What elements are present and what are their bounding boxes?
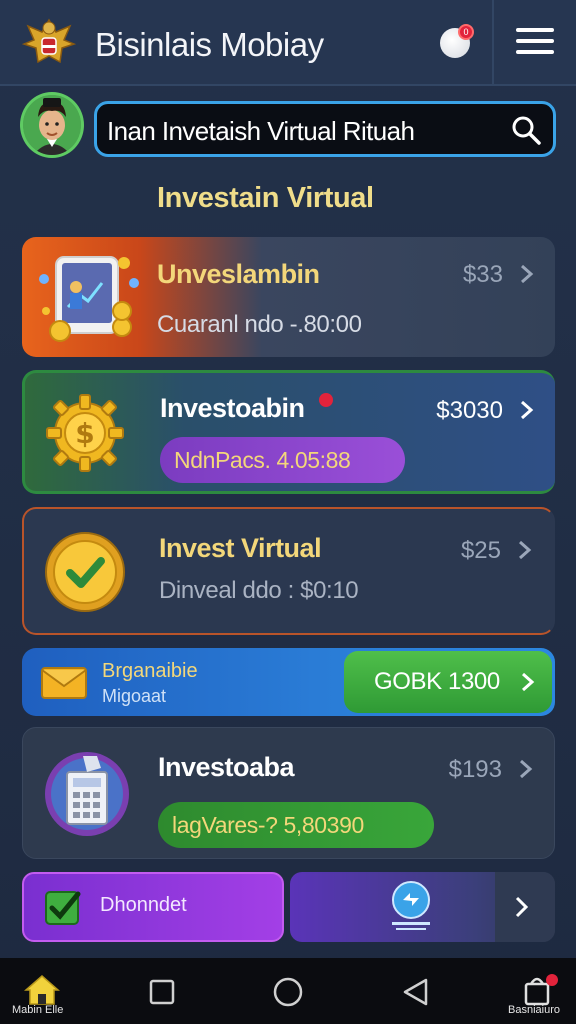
search-input[interactable]: Inan Invetaish Virtual Rituah [94,101,556,157]
nav-left-label: Mabin Elle [12,1004,64,1016]
bottom-left-label: Dhonndet [100,894,187,916]
card-price: $25 [460,537,501,564]
chevron-right-icon [520,759,533,779]
envelope-icon [41,667,87,699]
circle-icon[interactable] [272,972,312,1012]
dollar-gear-coin-icon: $ [46,394,124,472]
promo-banner[interactable]: Brganaibie Migoaat GOBK 1300 [22,648,555,716]
search-input-value: Inan Invetaish Virtual Rituah [107,116,415,146]
checkbox-icon [45,891,81,925]
hamburger-menu-icon[interactable] [516,28,554,60]
promo-cta-button[interactable]: GOBK 1300 [344,651,552,713]
header-divider [492,0,494,86]
calculator-icon [45,752,129,836]
investment-card[interactable]: $ Investoabin $3030 NdnPacs. 4.05:88 [22,370,555,494]
value-pill: NdnPacs. 4.05:88 [160,437,405,483]
app-title: Bisinlais Mobiay [95,26,324,63]
bottom-actions: Dhonndet [22,872,555,942]
investment-card[interactable]: Invest Virtual $25 Dinveal ddo : $0:10 [22,507,555,635]
card-title: Investoabin [160,393,305,423]
chevron-right-icon [522,672,535,692]
svg-text:$: $ [75,417,94,450]
dhonndet-button[interactable]: Dhonndet [22,872,284,942]
card-subtitle: Dinveal ddo : $0:10 [159,577,359,604]
check-coin-icon [45,532,125,612]
card-title: Unveslambin [157,259,320,289]
notification-button[interactable]: 0 [440,24,474,58]
promo-title: Brganaibie [102,660,198,682]
badge-icon [392,881,430,930]
chevron-right-icon [521,264,534,284]
tablet-investment-icon [39,256,139,342]
investment-card[interactable]: Investoaba $193 lagVares-? 5,80390 [22,727,555,859]
card-title: Investoaba [158,752,295,782]
app-header: Bisinlais Mobiay 0 [0,0,576,86]
avatar[interactable] [20,92,84,158]
cta-label: GOBK 1300 [374,668,500,695]
chevron-right-icon [515,896,529,918]
card-price: $193 [448,756,502,783]
system-navbar: Mabin Elle Basniaiuro [0,958,576,1024]
card-title: Invest Virtual [159,533,322,563]
nav-right-label: Basniaiuro [508,1004,560,1016]
chevron-right-icon [521,400,534,420]
value-pill: lagVares-? 5,80390 [158,802,434,848]
investment-card[interactable]: Unveslambin $33 Cuaranl ndo -.80:00 [22,237,555,357]
notification-badge: 0 [458,24,474,40]
section-title: Investain Virtual [157,182,374,214]
card-subtitle: Cuaranl ndo -.80:00 [157,311,362,338]
search-icon[interactable] [511,115,541,145]
red-status-dot [319,393,333,407]
back-triangle-icon[interactable] [400,972,440,1012]
app-root: Bisinlais Mobiay 0 Inan Invetaish Virtua… [0,0,576,1024]
card-price: $3030 [436,397,503,424]
chevron-right-icon [519,540,532,560]
promo-subtitle: Migoaat [102,686,167,706]
garuda-emblem-icon [20,14,78,72]
square-icon[interactable] [148,972,188,1012]
badge-button[interactable] [290,872,555,942]
card-price: $33 [462,261,503,288]
